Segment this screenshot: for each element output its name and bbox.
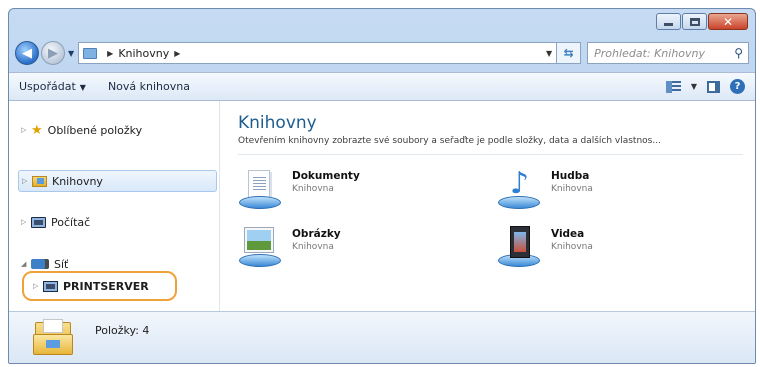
tile-type: Knihovna: [551, 184, 593, 194]
tile-name: Obrázky: [292, 228, 341, 240]
sidebar-item-computer[interactable]: ▷ Počítač: [21, 213, 90, 231]
page-description: Otevřením knihovny zobrazte své soubory …: [238, 136, 661, 146]
refresh-icon: ⇆: [563, 46, 574, 60]
documents-library-icon: [238, 168, 284, 212]
organize-button[interactable]: Uspořádat ▼: [19, 80, 86, 93]
command-bar: Uspořádat ▼ Nová knihovna ▼ ?: [9, 72, 755, 101]
sidebar-item-label: Počítač: [51, 215, 91, 229]
computer-icon: [31, 216, 46, 228]
maximize-icon: [689, 17, 700, 26]
minimize-icon: [664, 23, 673, 26]
tile-type: Knihovna: [551, 242, 593, 252]
explorer-body: ▷ ★ Oblíbené položky ▷ Knihovny ▷ Počíta…: [9, 101, 755, 313]
back-button[interactable]: ◀: [15, 41, 39, 65]
explorer-window: ✕ ◀ ▶ ▼ ▶ Knihovny ▶ ▼ ⇆ Prohledat: Knih…: [8, 8, 756, 364]
close-icon: ✕: [722, 14, 734, 29]
network-icon: [31, 259, 45, 269]
minimize-button[interactable]: [656, 13, 681, 30]
expand-arrow-icon[interactable]: ▷: [21, 126, 31, 134]
library-tile-music[interactable]: ♪ Hudba Knihovna: [497, 168, 593, 212]
search-placeholder: Prohledat: Knihovny: [594, 46, 706, 60]
libraries-content: Knihovny Otevřením knihovny zobrazte své…: [221, 101, 755, 313]
collapse-arrow-icon[interactable]: ◢: [21, 260, 31, 268]
address-bar[interactable]: ▶ Knihovny ▶ ▼: [78, 42, 558, 64]
details-pane: Položky: 4: [9, 311, 755, 363]
close-button[interactable]: ✕: [708, 13, 748, 30]
view-dropdown-icon[interactable]: ▼: [691, 82, 697, 91]
search-input[interactable]: Prohledat: Knihovny ⚲: [587, 42, 749, 64]
tile-type: Knihovna: [292, 184, 334, 194]
help-icon[interactable]: ?: [730, 79, 745, 94]
tile-name: Videa: [551, 228, 585, 240]
star-icon: ★: [31, 122, 43, 138]
libraries-folder-icon: [83, 47, 98, 59]
pictures-library-icon: [238, 226, 284, 270]
library-tile-videos[interactable]: Videa Knihovna: [497, 226, 593, 270]
window-controls: ✕: [656, 13, 748, 30]
preview-pane-icon[interactable]: [707, 80, 720, 93]
address-dropdown-icon[interactable]: ▼: [546, 49, 552, 58]
forward-arrow-icon: ▶: [48, 45, 58, 61]
library-tile-pictures[interactable]: Obrázky Knihovna: [238, 226, 341, 270]
libraries-icon: [32, 175, 47, 187]
new-library-button[interactable]: Nová knihovna: [108, 80, 190, 93]
item-count: Položky: 4: [95, 324, 150, 337]
organize-label: Uspořádat: [19, 80, 76, 93]
tile-name: Dokumenty: [292, 170, 360, 182]
sidebar-item-label: Knihovny: [52, 174, 103, 188]
navigation-row: ◀ ▶ ▼ ▶ Knihovny ▶ ▼ ⇆ Prohledat: Knihov…: [15, 39, 749, 67]
change-view-icon[interactable]: [665, 80, 681, 93]
sidebar-item-label: Síť: [54, 257, 69, 271]
forward-button[interactable]: ▶: [41, 41, 65, 65]
refresh-button[interactable]: ⇆: [557, 42, 582, 64]
tile-type: Knihovna: [292, 242, 334, 252]
library-tile-documents[interactable]: Dokumenty Knihovna: [238, 168, 360, 212]
page-title: Knihovny: [238, 113, 317, 133]
expand-arrow-icon[interactable]: ▷: [21, 218, 31, 226]
breadcrumb-separator-icon[interactable]: ▶: [107, 49, 113, 58]
navigation-pane: ▷ ★ Oblíbené položky ▷ Knihovny ▷ Počíta…: [9, 101, 220, 313]
sidebar-item-favorites[interactable]: ▷ ★ Oblíbené položky: [21, 121, 142, 139]
videos-library-icon: [497, 226, 543, 270]
highlight-annotation: [22, 271, 177, 301]
chevron-down-icon: ▼: [79, 83, 86, 92]
tile-name: Hudba: [551, 170, 590, 182]
history-dropdown-icon[interactable]: ▼: [68, 49, 74, 58]
maximize-button[interactable]: [682, 13, 707, 30]
breadcrumb-separator-icon[interactable]: ▶: [174, 49, 180, 58]
back-arrow-icon: ◀: [22, 45, 32, 61]
divider: [238, 154, 743, 155]
music-library-icon: ♪: [497, 168, 543, 212]
view-controls: ▼ ?: [665, 79, 745, 94]
breadcrumb-libraries[interactable]: Knihovny: [118, 47, 169, 60]
search-icon[interactable]: ⚲: [734, 46, 743, 60]
libraries-large-icon: [33, 319, 75, 357]
expand-arrow-icon[interactable]: ▷: [22, 177, 32, 185]
sidebar-item-label: Oblíbené položky: [47, 123, 143, 137]
sidebar-item-libraries[interactable]: ▷ Knihovny: [18, 170, 217, 192]
